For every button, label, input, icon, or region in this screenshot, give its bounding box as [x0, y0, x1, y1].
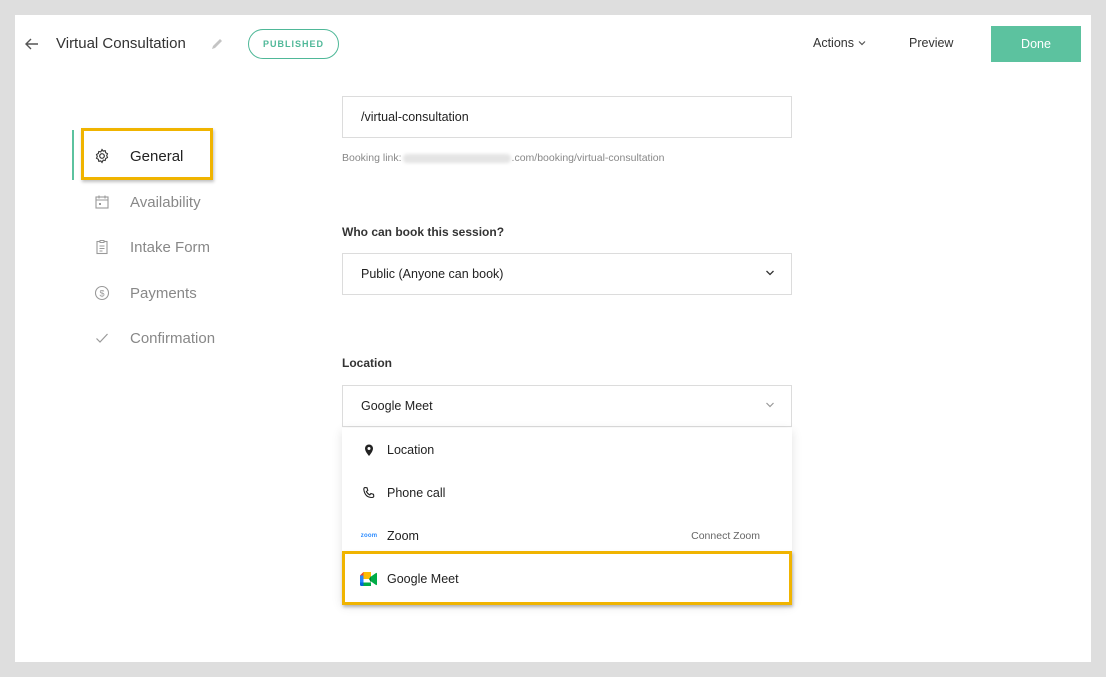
sidebar-item-label: Availability: [130, 193, 201, 211]
option-label: Phone call: [387, 485, 446, 500]
chevron-down-icon: [766, 270, 774, 276]
sidebar-item-label: Payments: [130, 284, 197, 302]
chevron-down-icon: [766, 402, 774, 408]
actions-menu[interactable]: Actions: [813, 36, 866, 50]
sidebar-item-confirmation[interactable]: Confirmation: [93, 323, 215, 353]
who-can-book-label: Who can book this session?: [342, 225, 505, 239]
sidebar-item-availability[interactable]: Availability: [93, 187, 201, 217]
phone-icon: [360, 484, 378, 502]
actions-label: Actions: [813, 36, 854, 50]
location-label: Location: [342, 356, 392, 370]
done-button[interactable]: Done: [991, 26, 1081, 62]
location-value: Google Meet: [361, 399, 433, 413]
sidebar-item-label: Intake Form: [130, 238, 211, 256]
who-can-book-select[interactable]: Public (Anyone can book): [342, 253, 792, 295]
svg-text:$: $: [99, 288, 104, 298]
clipboard-icon: [93, 238, 111, 256]
check-icon: [93, 329, 111, 347]
option-location[interactable]: Location: [342, 428, 792, 471]
booking-link-suffix: .com/booking/virtual-consultation: [511, 152, 665, 164]
option-label: Zoom: [387, 528, 419, 543]
sidebar-item-intake-form[interactable]: Intake Form: [93, 232, 210, 262]
general-highlight-box: [81, 128, 213, 180]
option-label: Location: [387, 442, 435, 457]
chevron-down-icon: [858, 41, 866, 46]
option-phone-call[interactable]: Phone call: [342, 471, 792, 514]
zoom-logo-icon: zoom: [360, 532, 378, 539]
sidebar-item-label: Confirmation: [130, 329, 216, 347]
pencil-icon[interactable]: [209, 36, 225, 52]
google-meet-highlight-box: [342, 551, 792, 605]
url-slug-input[interactable]: /virtual-consultation: [342, 96, 792, 138]
active-indicator: [72, 130, 74, 180]
back-arrow-icon[interactable]: [23, 35, 41, 53]
location-select[interactable]: Google Meet: [342, 385, 792, 427]
connect-zoom-link[interactable]: Connect Zoom: [691, 530, 760, 542]
blurred-domain: [402, 153, 511, 163]
who-can-book-value: Public (Anyone can book): [361, 267, 504, 281]
status-badge: PUBLISHED: [248, 29, 339, 59]
booking-link: Booking link: .com/booking/virtual-consu…: [342, 152, 664, 164]
page: Virtual Consultation PUBLISHED Actions P…: [15, 15, 1091, 662]
preview-button[interactable]: Preview: [909, 36, 953, 50]
booking-link-prefix: Booking link:: [342, 152, 402, 164]
calendar-icon: [93, 193, 111, 211]
map-pin-icon: [360, 441, 378, 459]
page-title: Virtual Consultation: [56, 35, 186, 52]
sidebar-item-payments[interactable]: $ Payments: [93, 278, 197, 308]
dollar-circle-icon: $: [93, 284, 111, 302]
